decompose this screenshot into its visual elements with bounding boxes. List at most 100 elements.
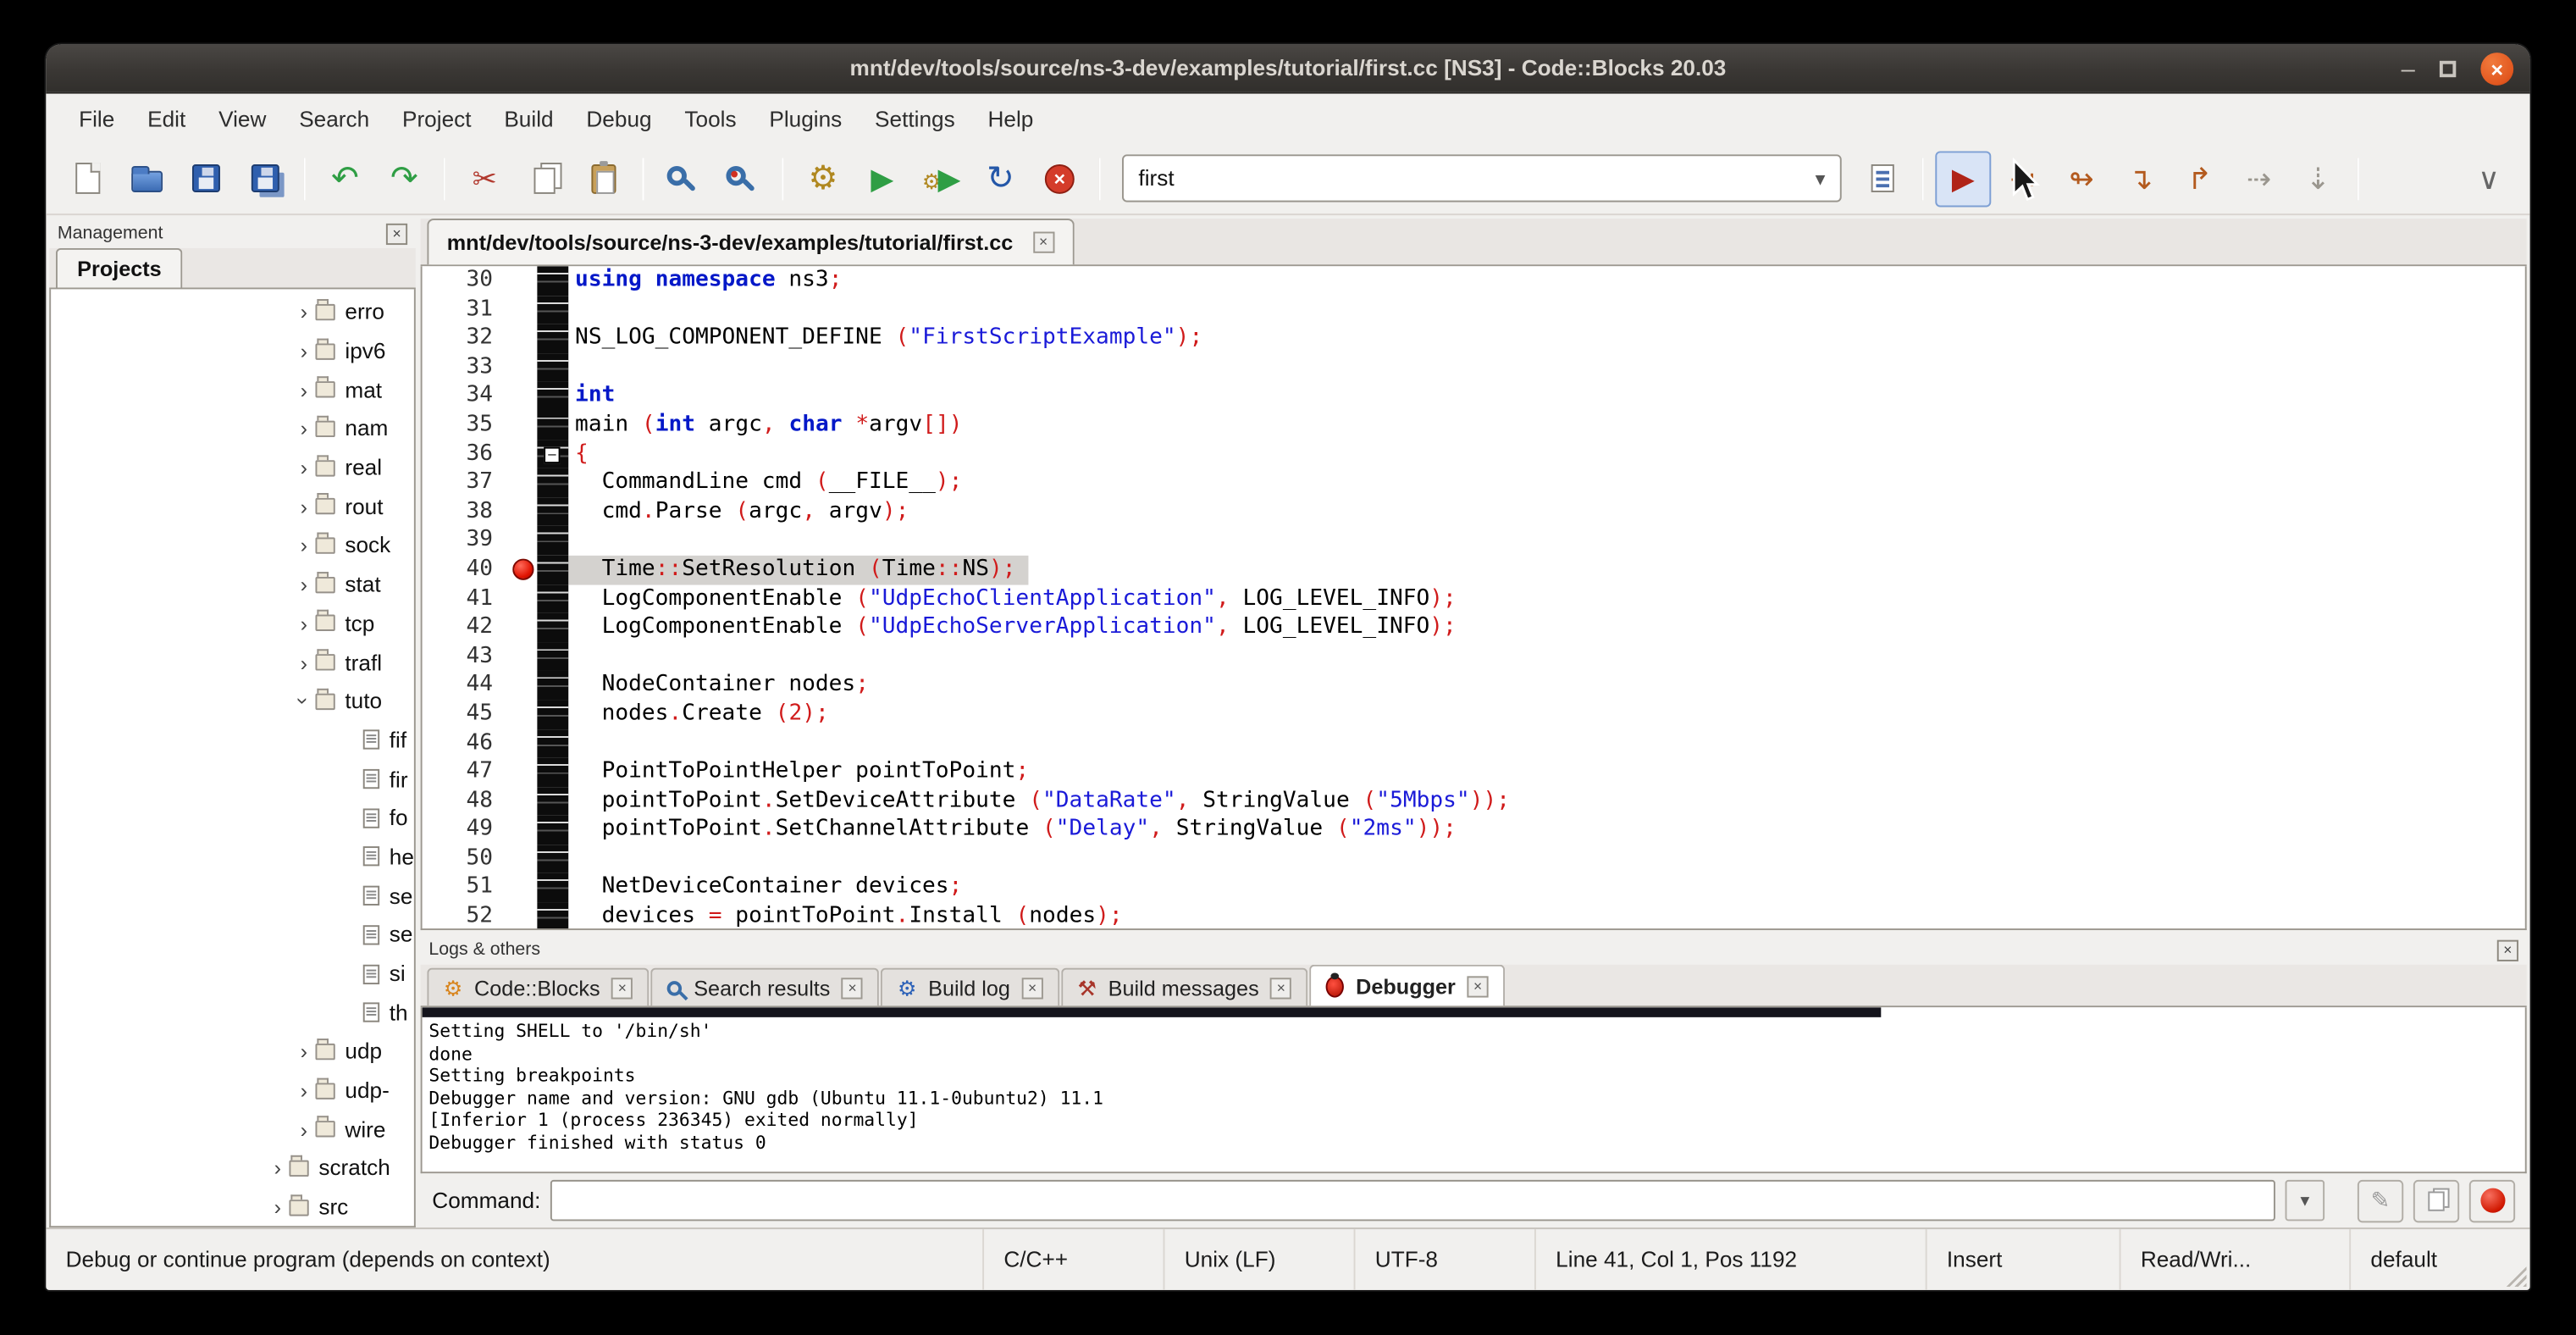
tree-item-wire[interactable]: ›wire bbox=[51, 1110, 414, 1149]
tree-item-sock[interactable]: ›sock bbox=[51, 526, 414, 565]
breakpoint-margin[interactable] bbox=[508, 787, 538, 816]
log-tab-code-blocks[interactable]: ⚙Code::Blocks× bbox=[427, 968, 649, 1006]
breakpoint-margin[interactable] bbox=[508, 613, 538, 642]
menu-plugins[interactable]: Plugins bbox=[753, 99, 859, 137]
undo-button[interactable]: ↶ bbox=[317, 151, 373, 207]
tree-item-stat[interactable]: ›stat bbox=[51, 565, 414, 604]
breakpoint-margin[interactable] bbox=[508, 902, 538, 930]
breakpoint-margin[interactable] bbox=[508, 468, 538, 497]
fold-margin[interactable] bbox=[537, 642, 568, 671]
cut-button[interactable]: ✂ bbox=[456, 151, 512, 207]
fold-margin[interactable] bbox=[537, 411, 568, 440]
expander-icon[interactable]: › bbox=[292, 1078, 315, 1103]
menu-search[interactable]: Search bbox=[283, 99, 386, 137]
expander-icon[interactable]: › bbox=[292, 417, 315, 441]
log-tab-build-log[interactable]: ⚙Build log× bbox=[882, 968, 1060, 1006]
menu-view[interactable]: View bbox=[202, 99, 283, 137]
breakpoint-margin[interactable] bbox=[508, 440, 538, 468]
tree-item-ipv6[interactable]: ›ipv6 bbox=[51, 331, 414, 370]
expander-icon[interactable]: › bbox=[292, 378, 315, 402]
fold-margin[interactable] bbox=[537, 787, 568, 816]
tab-projects[interactable]: Projects bbox=[56, 248, 183, 288]
fold-margin[interactable] bbox=[537, 728, 568, 757]
tree-item-nam[interactable]: ›nam bbox=[51, 409, 414, 448]
expander-icon[interactable]: › bbox=[292, 339, 315, 363]
menu-file[interactable]: File bbox=[63, 99, 131, 137]
replace-button[interactable] bbox=[715, 151, 771, 207]
tree-item-rout[interactable]: ›rout bbox=[51, 487, 414, 526]
tree-item-fo[interactable]: fo bbox=[51, 799, 414, 838]
title-bar[interactable]: mnt/dev/tools/source/ns-3-dev/examples/t… bbox=[46, 44, 2529, 93]
run-button[interactable]: ▶ bbox=[854, 151, 910, 207]
fold-margin[interactable] bbox=[537, 671, 568, 700]
fold-margin[interactable] bbox=[537, 613, 568, 642]
tree-item-src[interactable]: ›src bbox=[51, 1188, 414, 1227]
fold-margin[interactable] bbox=[537, 295, 568, 324]
menu-tools[interactable]: Tools bbox=[668, 99, 753, 137]
tree-item-he[interactable]: he bbox=[51, 838, 414, 877]
breakpoint-margin[interactable] bbox=[508, 642, 538, 671]
tree-item-erro[interactable]: ›erro bbox=[51, 292, 414, 331]
close-tab-icon[interactable]: × bbox=[842, 977, 863, 998]
expander-icon[interactable]: › bbox=[291, 690, 316, 712]
breakpoint-margin[interactable] bbox=[508, 873, 538, 902]
edit-command-button[interactable]: ✎ bbox=[2358, 1179, 2403, 1221]
fold-margin[interactable] bbox=[537, 816, 568, 845]
step-into-instruction-button[interactable]: ⇣ bbox=[2290, 151, 2346, 207]
menu-build[interactable]: Build bbox=[488, 99, 570, 137]
build-and-run-button[interactable]: ▶ bbox=[914, 151, 970, 207]
tree-item-fir[interactable]: fir bbox=[51, 760, 414, 799]
breakpoint-margin[interactable] bbox=[508, 758, 538, 787]
close-tab-icon[interactable]: × bbox=[1021, 977, 1042, 998]
expander-icon[interactable]: › bbox=[292, 1117, 315, 1142]
menu-edit[interactable]: Edit bbox=[131, 99, 202, 137]
copy-button[interactable] bbox=[516, 151, 572, 207]
log-line[interactable]: done bbox=[423, 1043, 2525, 1065]
breakpoint-margin[interactable] bbox=[508, 266, 538, 295]
find-button[interactable] bbox=[655, 151, 711, 207]
save-button[interactable] bbox=[178, 151, 234, 207]
tree-item-real[interactable]: ›real bbox=[51, 448, 414, 487]
breakpoint-margin[interactable] bbox=[508, 700, 538, 728]
expander-icon[interactable]: › bbox=[292, 1039, 315, 1064]
step-into-button[interactable]: ↴ bbox=[2113, 151, 2169, 207]
fold-margin[interactable] bbox=[537, 468, 568, 497]
debug-continue-button[interactable]: ▶ bbox=[1935, 151, 1991, 207]
fold-margin[interactable] bbox=[537, 584, 568, 613]
expander-icon[interactable]: › bbox=[266, 1156, 289, 1181]
breakpoint-margin[interactable] bbox=[508, 497, 538, 526]
fold-margin[interactable] bbox=[537, 497, 568, 526]
chevron-down-icon[interactable]: ▾ bbox=[1816, 167, 1826, 190]
new-file-button[interactable] bbox=[59, 151, 115, 207]
tree-item-se[interactable]: se bbox=[51, 877, 414, 916]
breakpoint-margin[interactable] bbox=[508, 353, 538, 382]
log-line[interactable]: Debugger name and version: GNU gdb (Ubun… bbox=[423, 1087, 2525, 1109]
close-tab-icon[interactable]: × bbox=[1033, 232, 1054, 253]
log-tab-debugger[interactable]: Debugger× bbox=[1310, 965, 1505, 1006]
fold-margin[interactable] bbox=[537, 902, 568, 930]
toolbar-overflow-button[interactable]: ∨ bbox=[2461, 151, 2517, 207]
breakpoint-margin[interactable] bbox=[508, 382, 538, 411]
breakpoint-margin[interactable] bbox=[508, 671, 538, 700]
expander-icon[interactable]: › bbox=[292, 572, 315, 596]
breakpoint-margin[interactable] bbox=[508, 526, 538, 555]
expander-icon[interactable]: › bbox=[292, 495, 315, 519]
expander-icon[interactable]: › bbox=[292, 456, 315, 480]
expander-icon[interactable]: › bbox=[292, 300, 315, 324]
breakpoint-margin[interactable] bbox=[508, 584, 538, 613]
fold-margin[interactable] bbox=[537, 700, 568, 728]
build-button[interactable]: ⚙ bbox=[795, 151, 851, 207]
menu-debug[interactable]: Debug bbox=[570, 99, 668, 137]
fold-margin[interactable] bbox=[537, 266, 568, 295]
close-tab-icon[interactable]: × bbox=[611, 977, 633, 998]
breakpoint-margin[interactable] bbox=[508, 324, 538, 353]
search-combo[interactable]: first▾ bbox=[1122, 154, 1842, 202]
breakpoint-margin[interactable] bbox=[508, 556, 538, 584]
breakpoint-margin[interactable] bbox=[508, 295, 538, 324]
close-tab-icon[interactable]: × bbox=[1270, 977, 1291, 998]
breakpoint-margin[interactable] bbox=[508, 728, 538, 757]
tree-item-udp[interactable]: ›udp- bbox=[51, 1071, 414, 1110]
fold-margin[interactable] bbox=[537, 526, 568, 555]
close-button[interactable]: × bbox=[2480, 53, 2513, 86]
tree-item-fif[interactable]: fif bbox=[51, 721, 414, 760]
